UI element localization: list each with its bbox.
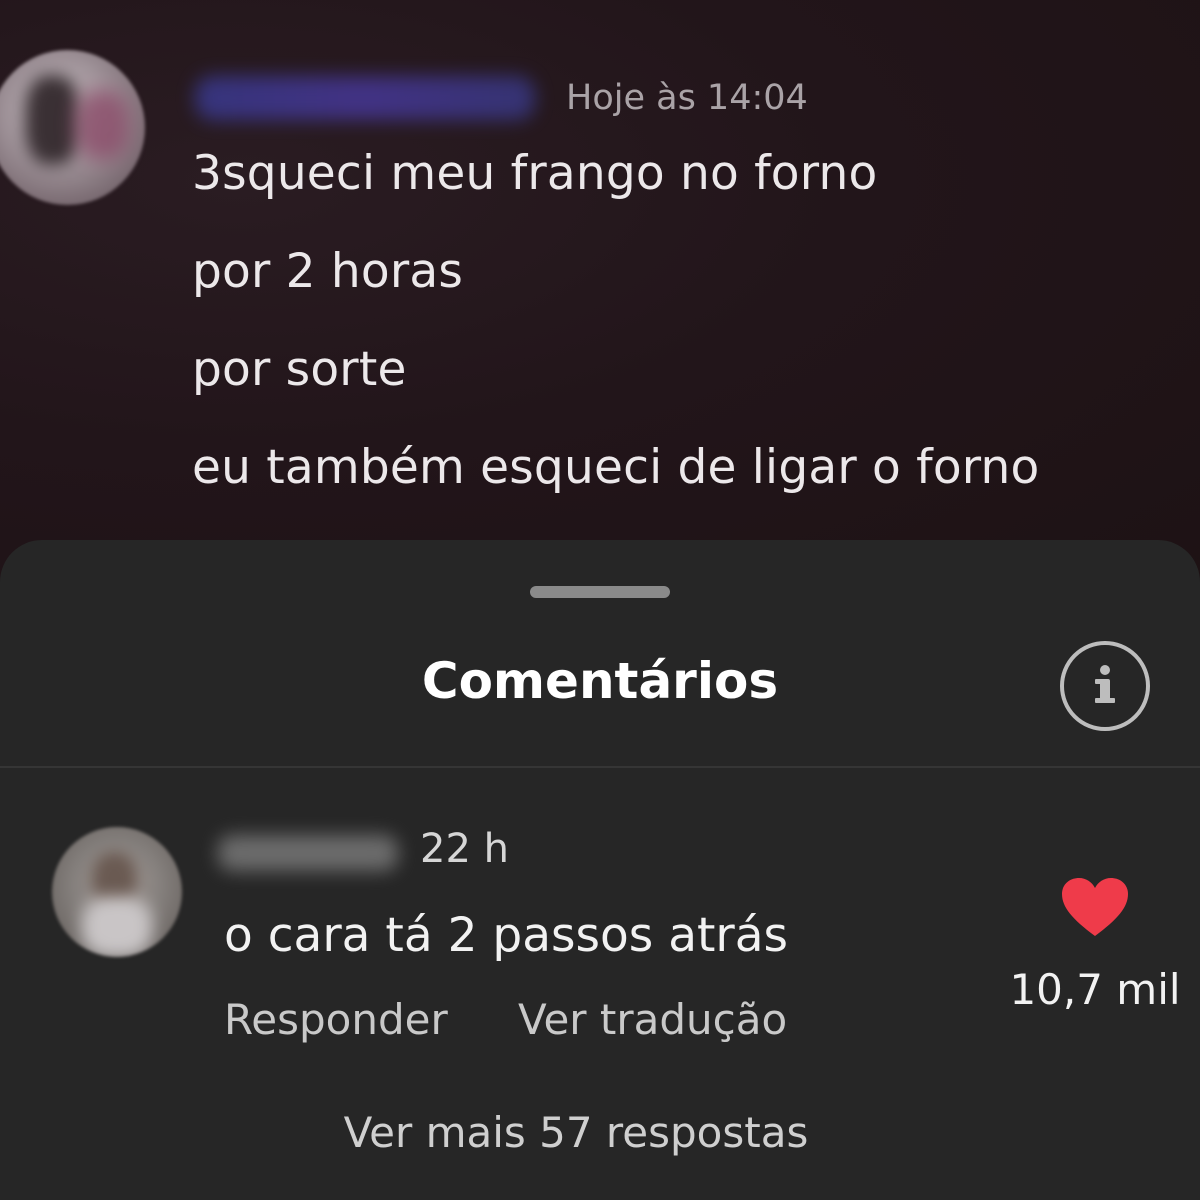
like-count: 10,7 mil [1009, 965, 1181, 1014]
sheet-title: Comentários [421, 652, 779, 710]
message-timestamp: Hoje às 14:04 [566, 78, 808, 118]
message-line: 3squeci meu frango no forno [192, 146, 878, 201]
translate-button[interactable]: Ver tradução [518, 995, 787, 1044]
message-line: por 2 horas [192, 244, 464, 299]
blurred-commenter-username [218, 835, 398, 871]
view-more-replies-button[interactable]: Ver mais 57 respostas [0, 1108, 1152, 1157]
blurred-username [195, 76, 535, 120]
message-line: eu também esqueci de ligar o forno [192, 440, 1040, 495]
like-button[interactable] [1060, 876, 1130, 938]
comment-time: 22 h [420, 826, 509, 872]
commenter-avatar[interactable] [52, 827, 182, 957]
info-icon [1075, 654, 1135, 718]
comment-text: o cara tá 2 passos atrás [224, 908, 789, 963]
avatar[interactable] [0, 50, 145, 205]
message-line: por sorte [192, 342, 407, 397]
info-button[interactable] [1060, 641, 1150, 731]
chat-message: Hoje às 14:04 3squeci meu frango no forn… [0, 0, 1200, 600]
divider [0, 766, 1200, 768]
sheet-drag-handle[interactable] [530, 586, 670, 598]
reply-button[interactable]: Responder [224, 995, 448, 1044]
comments-sheet: Comentários 22 h o cara tá 2 passos atrá… [0, 540, 1200, 1200]
heart-icon [1060, 878, 1130, 942]
screen: Hoje às 14:04 3squeci meu frango no forn… [0, 0, 1200, 1200]
